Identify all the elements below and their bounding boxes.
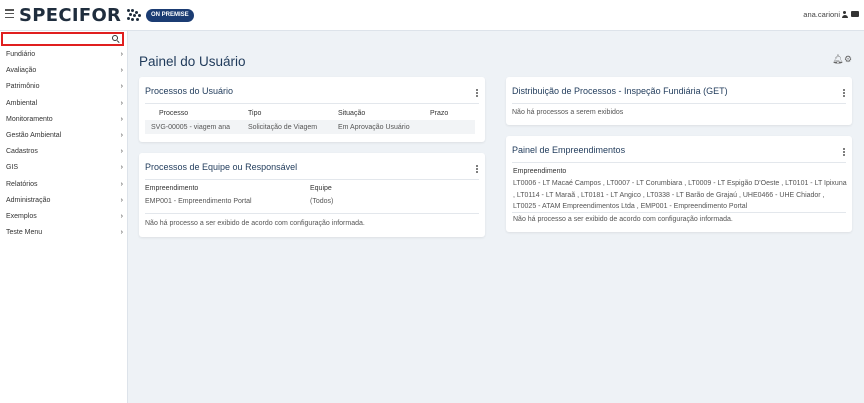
value-equipe: (Todos) [310,198,334,205]
logo-dots-icon [127,9,142,21]
sidebar-item-teste-menu[interactable]: Teste Menu › [0,225,127,241]
main-content: Painel do Usuário 🔔︎ ⚙ Processos do Usuá… [128,31,864,403]
chevron-right-icon: › [120,83,123,91]
sidebar-item-monitoramento[interactable]: Monitoramento › [0,112,127,128]
empty-message: Não há processos a serem exibidos [512,109,624,116]
user-name[interactable]: ana.carioni [803,10,840,19]
divider [145,213,479,214]
chevron-right-icon: › [120,180,123,188]
kebab-menu-icon[interactable] [475,89,479,99]
column-header-prazo[interactable]: Prazo [430,110,448,117]
chevron-right-icon: › [120,229,123,237]
on-premise-badge: ON PREMISE [146,9,194,22]
chevron-right-icon: › [120,196,123,204]
sidebar-item-gestao-ambiental[interactable]: Gestão Ambiental › [0,128,127,144]
card-painel-empreendimentos: Painel de Empreendimentos Empreendimento… [506,136,852,232]
bell-icon[interactable]: 🔔︎ [832,54,843,65]
sidebar-item-fundiario[interactable]: Fundiário › [0,47,127,63]
kebab-menu-icon[interactable] [475,165,479,175]
card-distribuicao-processos: Distribuição de Processos - Inspeção Fun… [506,77,852,125]
empty-message: Não há processo a ser exibido de acordo … [145,220,365,227]
label-empreendimento: Empreendimento [145,185,199,192]
chevron-right-icon: › [120,99,123,107]
table-cell-tipo: Solicitação de Viagem [248,124,318,131]
mail-icon[interactable] [851,11,859,17]
column-header-processo[interactable]: Processo [159,110,188,117]
sidebar-item-exemplos[interactable]: Exemplos › [0,209,127,225]
table-cell-processo[interactable]: SVG-00005 - viagem ana [151,124,230,131]
card-title: Distribuição de Processos - Inspeção Fun… [512,86,728,96]
empreendimento-list: LT0006 - LT Macaé Campos , LT0007 - LT C… [513,180,847,210]
chevron-right-icon: › [120,51,123,58]
sidebar-item-patrimonio[interactable]: Patrimônio › [0,79,127,95]
chevron-right-icon: › [120,148,123,156]
divider [512,212,846,213]
divider [512,162,846,163]
sidebar-item-administracao[interactable]: Administração › [0,193,127,209]
value-empreendimento: EMP001 - Empreendimento Portal [145,198,252,205]
card-title: Processos do Usuário [145,86,234,96]
label-empreendimento: Empreendimento [513,168,567,175]
chevron-right-icon: › [120,212,123,220]
kebab-menu-icon[interactable] [842,148,846,158]
sidebar-item-cadastros[interactable]: Cadastros › [0,144,127,160]
sidebar-item-ambiental[interactable]: Ambiental › [0,96,127,112]
brand-logo[interactable]: SPECIFOR [19,6,121,26]
sidebar-item-avaliacao[interactable]: Avaliação › [0,63,127,79]
card-processos-equipe: Processos de Equipe ou Responsável Empre… [139,153,485,237]
sidebar: Fundiário › Avaliação › Patrimônio › Ambien… [0,31,128,403]
hamburger-menu-icon[interactable] [5,9,14,21]
empty-message: Não há processo a ser exibido de acordo … [513,216,733,223]
column-header-situacao[interactable]: Situação [338,110,365,117]
chevron-right-icon: › [120,164,123,172]
table-cell-situacao: Em Aprovação Usuário [338,124,410,131]
divider [145,179,479,180]
search-icon[interactable] [112,35,120,44]
sidebar-menu: Fundiário › Avaliação › Patrimônio › Ambien… [0,47,127,241]
user-icon[interactable] [841,11,848,18]
divider [145,103,479,104]
top-bar: SPECIFOR ON PREMISE ana.carioni [0,0,864,31]
kebab-menu-icon[interactable] [842,89,846,99]
gears-icon[interactable]: ⚙ [844,54,852,65]
divider [512,103,846,104]
sidebar-search-input[interactable] [1,32,124,46]
card-processos-usuario: Processos do Usuário Processo Tipo Situa… [139,77,485,142]
chevron-right-icon: › [120,115,123,123]
chevron-right-icon: › [120,67,123,75]
sidebar-item-gis[interactable]: GIS › [0,160,127,176]
label-equipe: Equipe [310,185,332,192]
column-header-tipo[interactable]: Tipo [248,110,261,117]
sidebar-item-relatorios[interactable]: Relatórios › [0,177,127,193]
chevron-right-icon: › [120,131,123,139]
card-title: Processos de Equipe ou Responsável [145,162,298,172]
card-title: Painel de Empreendimentos [512,145,626,155]
page-title: Painel do Usuário [139,54,246,69]
